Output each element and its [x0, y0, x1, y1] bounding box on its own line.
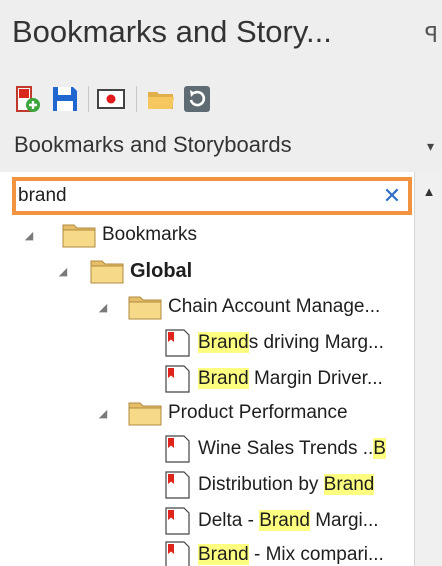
- tree-node-label: Chain Account Manage...: [168, 296, 381, 317]
- bookmark-label: Delta - Brand Margi...: [198, 510, 379, 531]
- search-match: Brand: [198, 544, 249, 565]
- bookmarks-toolbar: [0, 80, 442, 120]
- bookmark-icon: [165, 507, 190, 535]
- bookmark-item[interactable]: Brand Margin Driver...: [162, 362, 383, 396]
- bookmark-label: Wine Sales Trends ..B: [198, 438, 386, 459]
- new-bookmark-icon[interactable]: [12, 84, 42, 114]
- bookmark-icon: [165, 329, 190, 357]
- search-match: Brand: [198, 332, 249, 353]
- clear-search-icon[interactable]: ✕: [380, 182, 404, 210]
- tree-node-product-performance[interactable]: ◢ Product Performance: [96, 396, 348, 430]
- tree-node-label: Bookmarks: [102, 224, 198, 245]
- refresh-icon[interactable]: [182, 84, 212, 114]
- toolbar-separator: [88, 86, 89, 112]
- search-match: Brand: [323, 474, 375, 495]
- scroll-up-icon[interactable]: ▲: [417, 180, 441, 202]
- bookmark-label: Brands driving Marg...: [198, 332, 384, 353]
- save-icon[interactable]: [50, 84, 80, 114]
- bookmark-label: Brand - Mix compari...: [198, 544, 384, 565]
- bookmark-icon: [165, 365, 190, 393]
- pane-titlebar: Bookmarks and Story... ꟼ: [0, 0, 442, 80]
- bookmark-tree-panel: ✕ ◢ Bookmarks ◢ Global ◢: [0, 172, 442, 566]
- folder-icon: [90, 260, 124, 284]
- open-folder-icon[interactable]: [146, 84, 176, 114]
- folder-icon: [128, 402, 162, 426]
- folder-icon: [62, 224, 96, 248]
- view-selector[interactable]: Bookmarks and Storyboards ▾: [0, 120, 442, 172]
- expand-icon[interactable]: ◢: [22, 229, 36, 242]
- expand-icon[interactable]: ◢: [56, 265, 70, 278]
- pane-title: Bookmarks and Story...: [12, 14, 332, 49]
- tree-node-label: Product Performance: [168, 402, 348, 423]
- bookmark-item[interactable]: Delta - Brand Margi...: [162, 504, 379, 538]
- bookmark-icon: [165, 471, 190, 499]
- search-match: Brand: [259, 510, 310, 531]
- pin-icon[interactable]: ꟼ: [425, 22, 438, 48]
- search-match: Brand: [198, 368, 249, 389]
- bookmark-label: Brand Margin Driver...: [198, 368, 383, 389]
- bookmark-item[interactable]: Distribution by Brand: [162, 468, 375, 502]
- bookmark-label: Distribution by Brand: [198, 474, 375, 495]
- tree-scrollbar[interactable]: ▲: [414, 172, 442, 566]
- bookmark-item[interactable]: Brands driving Marg...: [162, 326, 384, 360]
- expand-icon[interactable]: ◢: [96, 407, 110, 420]
- bookmark-item[interactable]: Brand - Mix compari...: [162, 538, 384, 566]
- tree-node-label: Global: [130, 259, 193, 282]
- folder-icon: [128, 296, 162, 320]
- search-match: B: [373, 438, 386, 459]
- search-input[interactable]: [18, 182, 368, 210]
- bookmark-icon: [165, 541, 190, 566]
- search-box: ✕: [12, 177, 412, 215]
- tree-node-global[interactable]: ◢ Global: [56, 254, 192, 288]
- toolbar-separator: [136, 86, 137, 112]
- tree-node-chain-account[interactable]: ◢ Chain Account Manage...: [96, 290, 380, 324]
- expand-icon[interactable]: ◢: [96, 301, 110, 314]
- view-selector-value: Bookmarks and Storyboards: [14, 132, 292, 157]
- present-icon[interactable]: [96, 84, 126, 114]
- bookmark-icon: [165, 435, 190, 463]
- bookmark-item[interactable]: Wine Sales Trends ..B: [162, 432, 386, 466]
- tree-node-bookmarks[interactable]: ◢ Bookmarks: [22, 218, 197, 252]
- bookmark-tree: ✕ ◢ Bookmarks ◢ Global ◢: [0, 172, 414, 566]
- chevron-down-icon[interactable]: ▾: [427, 138, 434, 155]
